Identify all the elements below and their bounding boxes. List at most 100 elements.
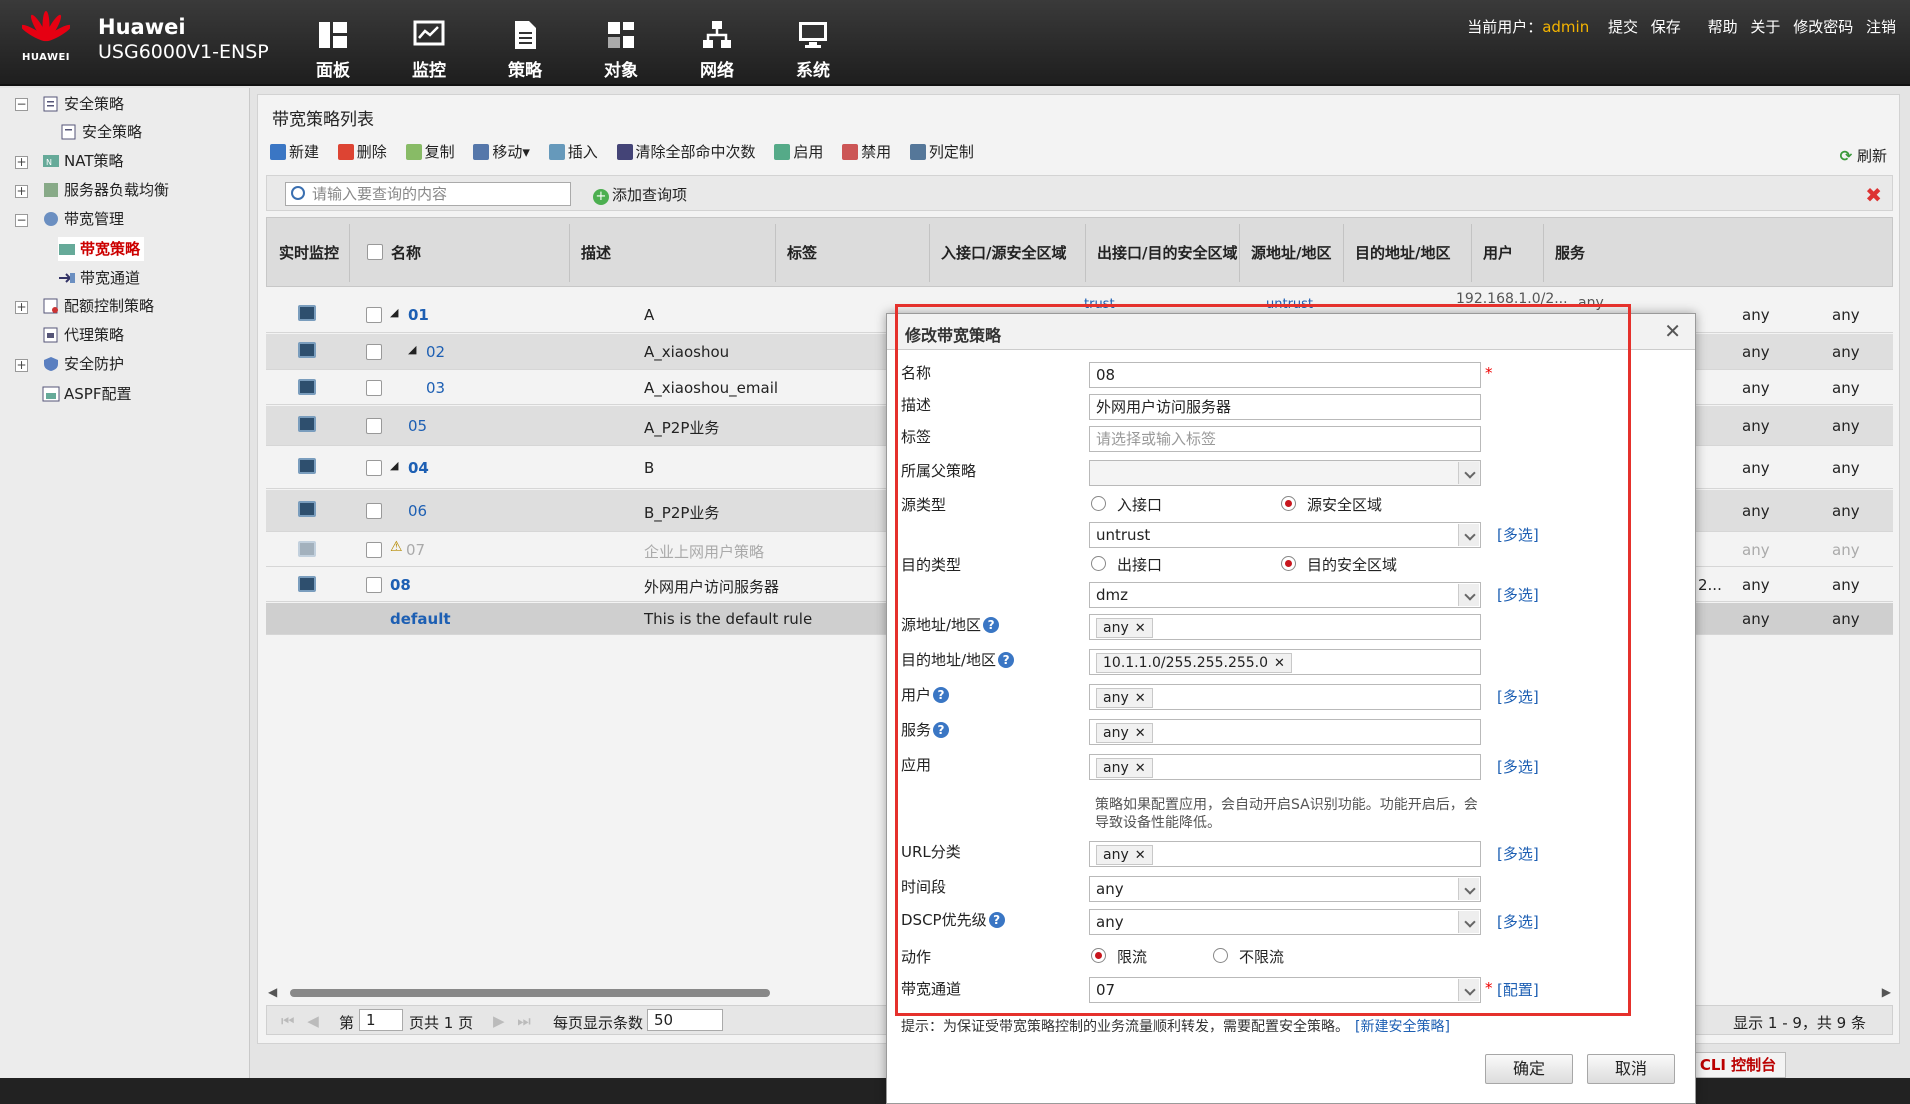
dst-interface-radio[interactable]: [1091, 556, 1106, 571]
dscp-select[interactable]: any: [1089, 909, 1481, 935]
row-checkbox[interactable]: [366, 418, 382, 434]
remove-tag-icon[interactable]: ✕: [1135, 691, 1146, 706]
clear-hits-button[interactable]: 清除全部命中次数: [616, 141, 756, 162]
row-checkbox[interactable]: [366, 307, 382, 323]
enable-button[interactable]: 启用: [774, 141, 823, 162]
policy-name[interactable]: 07: [406, 541, 425, 559]
per-page-select[interactable]: 50: [647, 1009, 723, 1031]
src-zone-select[interactable]: untrust: [1089, 522, 1481, 548]
col-tag[interactable]: 标签: [787, 242, 817, 263]
change-password-link[interactable]: 修改密码: [1793, 18, 1853, 36]
delete-button[interactable]: 删除: [337, 141, 387, 162]
channel-select[interactable]: 07: [1089, 977, 1481, 1003]
tree-item-quota-control[interactable]: 配额控制策略: [42, 294, 154, 318]
remove-tag-icon[interactable]: ✕: [1135, 621, 1146, 636]
app-multi-link[interactable]: [多选]: [1497, 756, 1539, 777]
user-multi-link[interactable]: [多选]: [1497, 686, 1539, 707]
monitor-icon[interactable]: [298, 305, 316, 321]
policy-name[interactable]: 01: [408, 306, 429, 324]
col-monitor[interactable]: 实时监控: [279, 242, 339, 263]
disable-button[interactable]: 禁用: [842, 141, 891, 162]
src-zone-multi-link[interactable]: [多选]: [1497, 524, 1539, 545]
help-icon[interactable]: ?: [998, 652, 1015, 668]
monitor-icon[interactable]: [298, 501, 316, 517]
nav-network[interactable]: 网络: [682, 20, 752, 81]
dst-addr-field[interactable]: 10.1.1.0/255.255.255.0 ✕: [1089, 649, 1481, 675]
copy-button[interactable]: 复制: [405, 141, 455, 162]
col-dst-addr[interactable]: 目的地址/地区: [1355, 242, 1450, 263]
select-all-checkbox[interactable]: [367, 244, 383, 260]
scroll-thumb[interactable]: [290, 989, 770, 997]
collapse-toggle[interactable]: −: [15, 98, 28, 111]
scroll-left-icon[interactable]: ◀: [268, 985, 277, 999]
expand-arrow-icon[interactable]: ◢: [390, 459, 398, 472]
policy-name[interactable]: 06: [408, 502, 427, 520]
tree-item-nat-policy[interactable]: N NAT策略: [42, 149, 123, 173]
policy-name[interactable]: 04: [408, 459, 429, 477]
tree-item-aspf[interactable]: ASPF配置: [42, 382, 131, 406]
help-link[interactable]: 帮助: [1708, 18, 1738, 36]
tree-item-bandwidth-policy[interactable]: 带宽策略: [58, 237, 145, 261]
dscp-multi-link[interactable]: [多选]: [1497, 911, 1539, 932]
row-checkbox[interactable]: [366, 542, 382, 558]
row-checkbox[interactable]: [366, 344, 382, 360]
collapse-toggle[interactable]: −: [15, 214, 28, 227]
tree-item-security-protection[interactable]: 安全防护: [42, 352, 124, 376]
close-query-icon[interactable]: ✖: [1865, 183, 1882, 207]
insert-button[interactable]: 插入: [548, 141, 598, 162]
save-link[interactable]: 保存: [1651, 18, 1681, 36]
expand-toggle[interactable]: +: [15, 156, 28, 169]
monitor-icon[interactable]: [298, 541, 316, 557]
remove-tag-icon[interactable]: ✕: [1135, 726, 1146, 741]
scroll-right-icon[interactable]: ▶: [1882, 985, 1891, 999]
user-field[interactable]: any ✕: [1089, 684, 1481, 710]
src-zone-radio[interactable]: [1281, 496, 1296, 511]
search-input[interactable]: 请输入要查询的内容: [285, 182, 571, 206]
tree-item-server-load-balance[interactable]: 服务器负载均衡: [42, 178, 169, 202]
col-user[interactable]: 用户: [1483, 242, 1513, 263]
url-multi-link[interactable]: [多选]: [1497, 843, 1539, 864]
logout-link[interactable]: 注销: [1866, 18, 1896, 36]
policy-name[interactable]: 02: [426, 343, 445, 361]
monitor-icon[interactable]: [298, 416, 316, 432]
page-input[interactable]: 1: [359, 1009, 403, 1031]
row-checkbox[interactable]: [366, 380, 382, 396]
col-name[interactable]: 名称: [391, 242, 421, 263]
commit-link[interactable]: 提交: [1608, 18, 1638, 36]
tree-item-bandwidth-channel[interactable]: 带宽通道: [58, 266, 140, 290]
time-select[interactable]: any: [1089, 876, 1481, 902]
first-prev-icons[interactable]: ⏮ ◀: [281, 1012, 323, 1030]
cli-console-button[interactable]: CLI 控制台: [1690, 1052, 1786, 1078]
ok-button[interactable]: 确定: [1485, 1054, 1573, 1084]
dst-zone-select[interactable]: dmz: [1089, 582, 1481, 608]
tree-item-proxy-policy[interactable]: 代理策略: [42, 323, 124, 347]
policy-name[interactable]: 03: [426, 379, 445, 397]
dst-zone-multi-link[interactable]: [多选]: [1497, 584, 1539, 605]
expand-toggle[interactable]: +: [15, 301, 28, 314]
close-icon[interactable]: ✕: [1664, 319, 1681, 343]
help-icon[interactable]: ?: [988, 912, 1005, 928]
tree-item-security-policy[interactable]: 安全策略: [60, 120, 142, 144]
monitor-icon[interactable]: [298, 576, 316, 592]
col-src-addr[interactable]: 源地址/地区: [1251, 242, 1331, 263]
nav-policy[interactable]: 策略: [490, 20, 560, 81]
expand-toggle[interactable]: +: [15, 185, 28, 198]
remove-tag-icon[interactable]: ✕: [1274, 656, 1285, 671]
new-button[interactable]: 新建: [270, 141, 319, 162]
col-dst-zone[interactable]: 出接口/目的安全区域: [1097, 242, 1237, 263]
help-icon[interactable]: ?: [933, 687, 950, 703]
expand-arrow-icon[interactable]: ◢: [390, 306, 398, 319]
parent-policy-select[interactable]: [1089, 460, 1481, 486]
limit-radio[interactable]: [1091, 948, 1106, 963]
col-service[interactable]: 服务: [1555, 242, 1585, 263]
next-last-icons[interactable]: ▶ ⏭: [493, 1012, 535, 1030]
src-addr-field[interactable]: any ✕: [1089, 614, 1481, 640]
monitor-icon[interactable]: [298, 458, 316, 474]
url-field[interactable]: any ✕: [1089, 841, 1481, 867]
cancel-button[interactable]: 取消: [1587, 1054, 1675, 1084]
policy-name[interactable]: 05: [408, 417, 427, 435]
about-link[interactable]: 关于: [1750, 18, 1780, 36]
no-limit-radio[interactable]: [1213, 948, 1228, 963]
nav-system[interactable]: 系统: [778, 20, 848, 81]
app-field[interactable]: any ✕: [1089, 754, 1481, 780]
